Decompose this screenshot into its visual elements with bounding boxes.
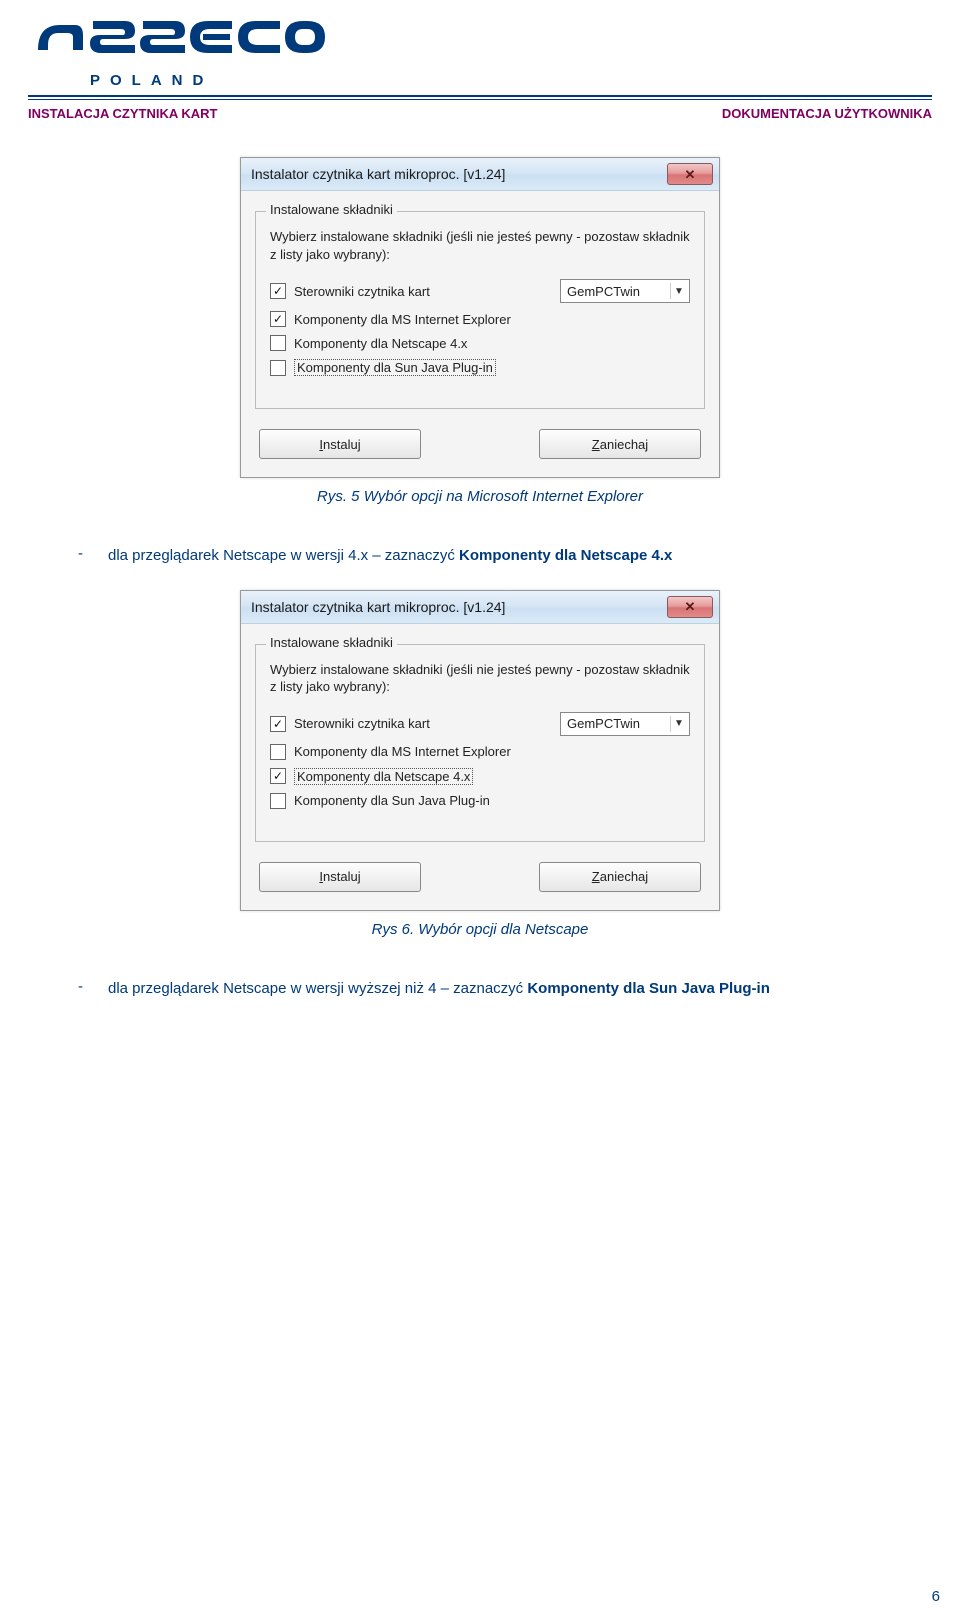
checkbox[interactable] [270,793,286,809]
checkbox[interactable]: ✓ [270,311,286,327]
group-title: Instalowane składniki [266,635,397,650]
install-button[interactable]: Instaluj [259,862,421,892]
checkbox-label: Komponenty dla MS Internet Explorer [294,312,511,327]
component-row-3: Komponenty dla Sun Java Plug-in [270,793,690,809]
dialog-title: Instalator czytnika kart mikroproc. [v1.… [251,599,505,615]
figure-caption-6: Rys 6. Wybór opcji dla Netscape [78,921,882,938]
installer-dialog-1: Instalator czytnika kart mikroproc. [v1.… [240,157,720,478]
close-icon: ✕ [685,168,696,181]
checkbox-label: Komponenty dla Netscape 4.x [294,768,473,785]
checkbox[interactable]: ✓ [270,716,286,732]
checkbox[interactable]: ✓ [270,768,286,784]
group-title: Instalowane składniki [266,202,397,217]
chevron-down-icon: ▼ [670,283,687,299]
component-row-2: Komponenty dla Netscape 4.x [270,335,690,351]
checkbox[interactable] [270,744,286,760]
checkbox-label: Komponenty dla Sun Java Plug-in [294,359,496,376]
reader-combo[interactable]: GemPCTwin ▼ [560,279,690,303]
dialog-titlebar: Instalator czytnika kart mikroproc. [v1.… [241,591,719,624]
cancel-button[interactable]: Zaniechaj [539,429,701,459]
chevron-down-icon: ▼ [670,716,687,732]
header-left: INSTALACJA CZYTNIKA KART [28,106,217,121]
component-row-0: ✓ Sterowniki czytnika kart GemPCTwin ▼ [270,279,690,303]
page-header-row: INSTALACJA CZYTNIKA KART DOKUMENTACJA UŻ… [10,106,950,127]
checkbox-label: Sterowniki czytnika kart [294,716,430,731]
close-button[interactable]: ✕ [667,596,713,618]
component-row-3: Komponenty dla Sun Java Plug-in [270,359,690,376]
figure-caption-5: Rys. 5 Wybór opcji na Microsoft Internet… [78,488,882,505]
dialog-titlebar: Instalator czytnika kart mikroproc. [v1.… [241,158,719,191]
checkbox-label: Komponenty dla Sun Java Plug-in [294,793,490,808]
checkbox-label: Sterowniki czytnika kart [294,284,430,299]
bullet-sunjava: - dla przeglądarek Netscape w wersji wyż… [78,978,882,1001]
divider-thick [28,95,932,97]
close-button[interactable]: ✕ [667,163,713,185]
logo-area: POLAND [10,10,950,89]
divider-thin [28,99,932,100]
bullet-netscape4: - dla przeglądarek Netscape w wersji 4.x… [78,545,882,568]
reader-combo[interactable]: GemPCTwin ▼ [560,712,690,736]
component-row-1: ✓ Komponenty dla MS Internet Explorer [270,311,690,327]
components-group: Instalowane składniki Wybierz instalowan… [255,644,705,842]
checkbox[interactable] [270,335,286,351]
components-group: Instalowane składniki Wybierz instalowan… [255,211,705,409]
installer-dialog-2: Instalator czytnika kart mikroproc. [v1.… [240,590,720,911]
dialog-title: Instalator czytnika kart mikroproc. [v1.… [251,166,505,182]
install-button[interactable]: Instaluj [259,429,421,459]
page-number: 6 [932,1588,940,1605]
group-description: Wybierz instalowane składniki (jeśli nie… [270,661,690,696]
checkbox-label: Komponenty dla MS Internet Explorer [294,744,511,759]
checkbox-label: Komponenty dla Netscape 4.x [294,336,467,351]
component-row-1: Komponenty dla MS Internet Explorer [270,744,690,760]
group-description: Wybierz instalowane składniki (jeśli nie… [270,228,690,263]
close-icon: ✕ [685,600,696,613]
combo-value: GemPCTwin [567,716,640,731]
component-row-2: ✓ Komponenty dla Netscape 4.x [270,768,690,785]
combo-value: GemPCTwin [567,284,640,299]
checkbox[interactable] [270,360,286,376]
logo-subtitle: POLAND [90,72,950,89]
checkbox[interactable]: ✓ [270,283,286,299]
asseco-logo [35,15,325,65]
component-row-0: ✓ Sterowniki czytnika kart GemPCTwin ▼ [270,712,690,736]
header-right: DOKUMENTACJA UŻYTKOWNIKA [722,106,932,121]
cancel-button[interactable]: Zaniechaj [539,862,701,892]
